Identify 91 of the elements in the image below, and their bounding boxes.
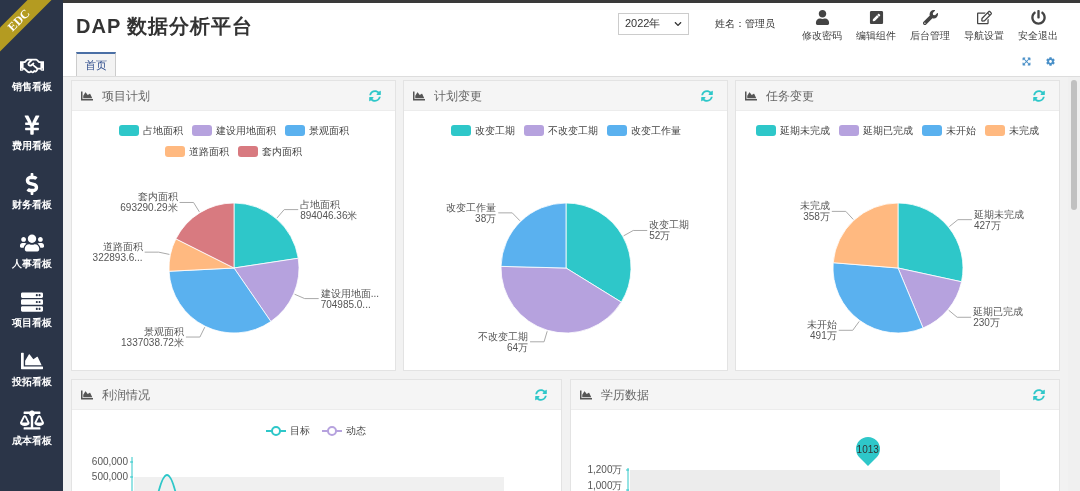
sidebar-item[interactable]: 成本看板 bbox=[0, 398, 63, 457]
slice-label: 道路面积 322893.6... bbox=[92, 241, 143, 264]
legend-label: 延期已完成 bbox=[863, 124, 913, 138]
sidebar-item[interactable]: 财务看板 bbox=[0, 162, 63, 221]
leader-line bbox=[948, 219, 973, 228]
user-icon bbox=[814, 10, 830, 25]
y-axis bbox=[625, 467, 629, 491]
refresh-icon bbox=[534, 388, 547, 401]
area-chart-icon bbox=[80, 89, 94, 102]
panel-title: 任务变更 bbox=[766, 87, 814, 105]
edit-icon bbox=[976, 10, 992, 25]
slice-label: 延期未完成 427万 bbox=[973, 208, 1024, 231]
refresh-button[interactable] bbox=[367, 87, 383, 104]
area-chart-icon bbox=[744, 89, 758, 102]
legend-label: 景观面积 bbox=[308, 124, 349, 138]
pin-value: 1013 bbox=[856, 442, 879, 457]
y-axis bbox=[130, 456, 134, 491]
area-chart-icon bbox=[80, 388, 94, 401]
scale-icon bbox=[19, 408, 44, 431]
sidebar-item[interactable]: 人事看板 bbox=[0, 221, 63, 280]
sidebar-item[interactable]: 投拓看板 bbox=[0, 339, 63, 398]
server-icon bbox=[19, 290, 44, 313]
user-name: 姓名：管理员 bbox=[715, 17, 775, 31]
header-action[interactable]: 修改密码 bbox=[799, 10, 845, 41]
leader-line bbox=[276, 209, 299, 219]
slice-label: 延期已完成 230万 bbox=[973, 306, 1024, 329]
refresh-button[interactable] bbox=[1031, 87, 1047, 104]
refresh-icon bbox=[369, 89, 381, 102]
tab[interactable]: 首页 bbox=[76, 52, 116, 76]
slice-label: 未完成 358万 bbox=[799, 200, 830, 223]
area-chart-icon bbox=[412, 89, 426, 102]
refresh-button[interactable] bbox=[1031, 386, 1047, 403]
legend-label: 套内面积 bbox=[262, 145, 302, 159]
leader-line bbox=[831, 210, 854, 220]
sidebar-item[interactable]: 费用看板 bbox=[0, 103, 63, 162]
panel-title: 计划变更 bbox=[434, 87, 482, 105]
chevron-down-icon bbox=[674, 19, 682, 28]
legend-label: 改变工期 bbox=[474, 124, 515, 138]
slice-label: 建设用地面... 704985.0... bbox=[320, 287, 379, 310]
expand-icon[interactable] bbox=[1022, 57, 1031, 66]
leader-line bbox=[144, 251, 170, 255]
panel-title: 利润情况 bbox=[102, 386, 150, 404]
header-action[interactable]: 安全退出 bbox=[1015, 10, 1061, 41]
leader-line bbox=[294, 293, 320, 300]
header-action[interactable]: 编辑组件 bbox=[853, 10, 899, 41]
refresh-icon bbox=[1033, 89, 1045, 102]
slice-label: 占地面积 894046.36米 bbox=[300, 198, 358, 221]
legend-label: 改变工作量 bbox=[630, 124, 681, 138]
legend-label: 建设用地面积 bbox=[215, 124, 276, 138]
leader-line bbox=[179, 201, 200, 213]
leader-line bbox=[529, 330, 548, 343]
legend-label: 不改变工期 bbox=[547, 124, 598, 138]
legend-label: 未完成 bbox=[1009, 124, 1039, 138]
slice-label: 未开始 491万 bbox=[806, 319, 837, 342]
refresh-icon bbox=[701, 89, 713, 102]
axis-tick-label: 500,000 bbox=[90, 471, 128, 482]
pencil-icon bbox=[868, 10, 884, 25]
leader-line bbox=[497, 212, 521, 222]
panel-title: 项目计划 bbox=[102, 87, 150, 105]
header-action[interactable]: 导航设置 bbox=[961, 10, 1007, 41]
leader-line bbox=[623, 230, 648, 237]
wrench-icon bbox=[922, 10, 938, 25]
sidebar-item[interactable]: 销售看板 bbox=[0, 44, 63, 103]
axis-tick-label: 1,000万 bbox=[586, 480, 623, 491]
leader-line bbox=[838, 320, 860, 331]
axis-tick-label: 600,000 bbox=[90, 456, 128, 467]
settings-icon[interactable] bbox=[1046, 57, 1055, 66]
legend-label: 道路面积 bbox=[189, 145, 229, 159]
refresh-button[interactable] bbox=[699, 87, 715, 104]
slice-label: 不改变工期 64万 bbox=[478, 330, 529, 353]
leader-line bbox=[948, 309, 972, 318]
app-title: DAP 数据分析平台 bbox=[76, 13, 254, 39]
slice-label: 套内面积 693290.29米 bbox=[120, 191, 178, 214]
refresh-icon bbox=[1033, 388, 1045, 401]
legend-label: 占地面积 bbox=[142, 124, 183, 138]
slice-label: 景观面积 1337038.72米 bbox=[121, 326, 184, 349]
slice-label: 改变工期 52万 bbox=[649, 219, 690, 242]
refresh-button[interactable] bbox=[532, 386, 549, 403]
sidebar-item[interactable]: 项目看板 bbox=[0, 280, 63, 339]
legend-label: 延期未完成 bbox=[780, 124, 830, 138]
legend-label: 未开始 bbox=[946, 124, 976, 138]
legend-label: 目标 bbox=[290, 424, 311, 438]
header-action[interactable]: 后台管理 bbox=[907, 10, 953, 41]
power-icon bbox=[1030, 10, 1046, 25]
legend-label: 动态 bbox=[346, 424, 367, 438]
slice-label: 改变工作量 38万 bbox=[446, 201, 497, 224]
panel-title: 学历数据 bbox=[600, 386, 649, 404]
axis-tick-label: 1,200万 bbox=[586, 464, 623, 475]
area-chart-icon bbox=[578, 388, 593, 401]
year-select[interactable]: 2022年 bbox=[618, 12, 689, 35]
leader-line bbox=[185, 326, 206, 338]
